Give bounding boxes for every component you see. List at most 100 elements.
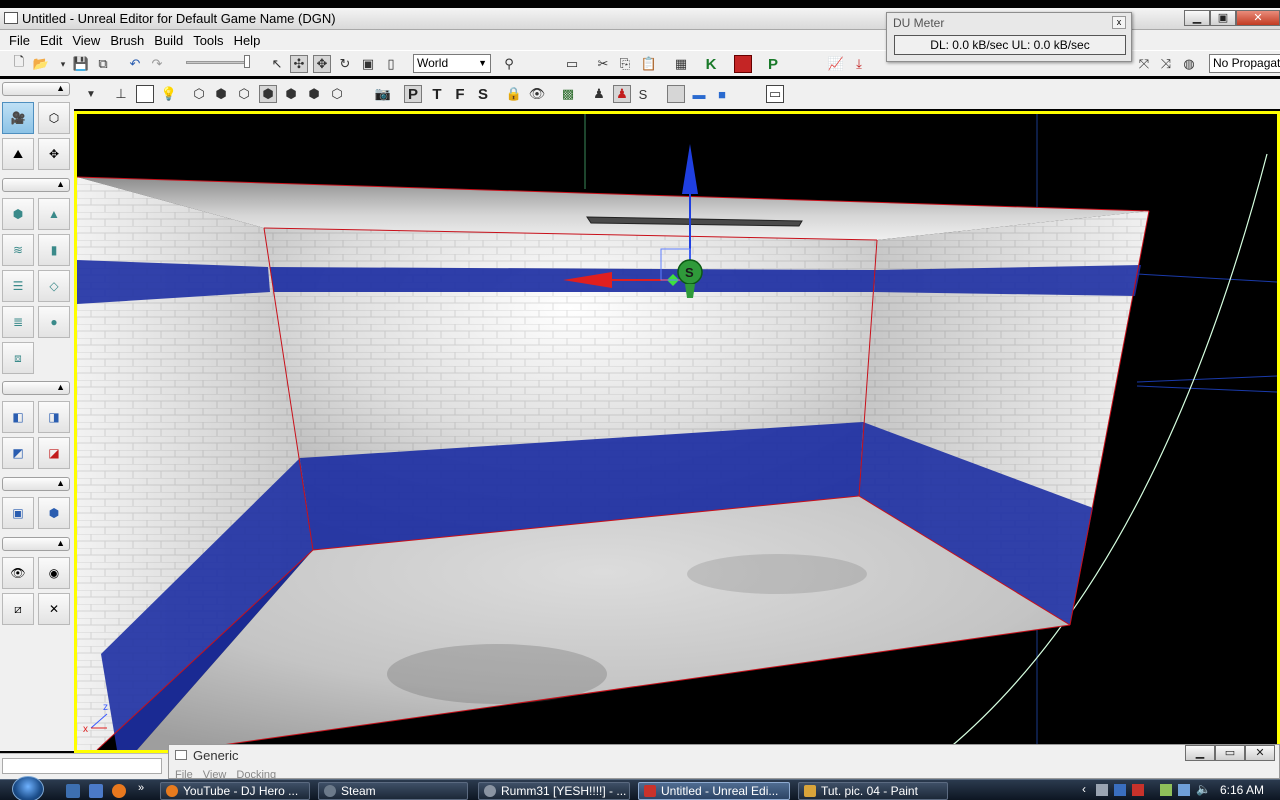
generic-minimize-button[interactable]: ▁ [1185, 745, 1215, 761]
hide-selected-button[interactable]: ◉ [38, 557, 70, 589]
actor-icon[interactable]: ♟ [590, 85, 608, 103]
brushes-section-header[interactable]: ▲ [2, 178, 70, 192]
csg-deintersect-button[interactable]: ◪ [38, 437, 70, 469]
streaming-icon[interactable]: ▩ [559, 85, 577, 103]
translate-widget-icon[interactable]: ✣ [290, 55, 308, 73]
matinee-icon[interactable] [734, 55, 752, 73]
taskbar-item-unreal-editor[interactable]: Untitled - Unreal Edi... [638, 782, 790, 800]
wireframe-icon[interactable]: ⬢ [212, 85, 230, 103]
side-view-button[interactable]: S [474, 85, 492, 103]
cone-brush-button[interactable]: ▲ [38, 198, 70, 230]
show-s-icon[interactable]: S [634, 85, 652, 103]
command-input[interactable] [2, 758, 162, 774]
volume-icon[interactable]: 🔈 [1196, 782, 1211, 796]
switch-windows-icon[interactable] [89, 784, 103, 798]
tray-power-icon[interactable] [1160, 784, 1172, 796]
texture-density-icon[interactable]: ⬡ [328, 85, 346, 103]
build-lighting-icon[interactable]: ⤓ [850, 55, 868, 73]
camera-mode-button[interactable]: 🎥 [2, 102, 34, 134]
terrain-mode-button[interactable]: ⛰ [2, 138, 34, 170]
taskbar-item-youtube[interactable]: YouTube - DJ Hero ... [160, 782, 310, 800]
tray-display-icon[interactable] [1178, 784, 1190, 796]
tray-security-icon[interactable] [1132, 784, 1144, 796]
show-desktop-icon[interactable] [66, 784, 80, 798]
coordinate-system-select[interactable]: World ▼ [413, 54, 491, 73]
linear-stair-brush-button[interactable]: ☰ [2, 270, 34, 302]
start-button[interactable] [12, 776, 44, 800]
du-meter-close-button[interactable]: x [1112, 16, 1126, 29]
gizmo-z-arrow[interactable] [682, 144, 698, 194]
open-recent-dropdown-icon[interactable]: ▾ [54, 55, 72, 73]
add-special-brush-button[interactable]: ⬢ [38, 497, 70, 529]
curved-stair-brush-button[interactable]: ≋ [2, 234, 34, 266]
menu-brush[interactable]: Brush [105, 33, 149, 48]
globe-icon[interactable]: ◍ [1180, 55, 1198, 73]
kismet-icon[interactable]: K [702, 55, 720, 73]
viewport-options-dropdown-icon[interactable]: ▼ [82, 85, 100, 103]
geometry-mode-button[interactable]: ⬡ [38, 102, 70, 134]
maximize-viewport-icon[interactable]: ▭ [766, 85, 784, 103]
csg-section-header[interactable]: ▲ [2, 381, 70, 395]
realtime-icon[interactable] [136, 85, 154, 103]
maximize-button[interactable]: ▣ [1210, 10, 1236, 26]
paste-icon[interactable]: 📋 [640, 55, 658, 73]
menu-tools[interactable]: Tools [188, 33, 228, 48]
eye-icon[interactable]: 👁 [528, 85, 546, 103]
cube-brush-button[interactable]: ⬢ [2, 198, 34, 230]
select-pointer-icon[interactable]: ↖ [268, 55, 286, 73]
lighting-only-icon[interactable]: ⬢ [282, 85, 300, 103]
perspective-viewport[interactable]: S x z [74, 111, 1280, 753]
lightbulb-icon[interactable]: 💡 [160, 85, 178, 103]
copy-icon[interactable]: ⎘ [616, 55, 634, 73]
du-meter-window[interactable]: DU Meter x DL: 0.0 kB/sec UL: 0.0 kB/sec [886, 12, 1132, 62]
binoculars-icon[interactable]: ⚲ [500, 55, 518, 73]
camera-icon[interactable]: 📷 [374, 85, 392, 103]
tool-y-icon[interactable]: ⤨ [1157, 55, 1175, 73]
tray-app-icon[interactable] [1096, 784, 1108, 796]
top-view-button[interactable]: T [428, 85, 446, 103]
unlit-icon[interactable]: ⬡ [235, 85, 253, 103]
scale-widget-icon[interactable]: ▣ [359, 55, 377, 73]
show-selected-button[interactable]: 👁 [2, 557, 34, 589]
close-button[interactable]: ✕ [1236, 10, 1280, 26]
menu-view[interactable]: View [67, 33, 105, 48]
csg-add-button[interactable]: ◧ [2, 401, 34, 433]
deselect-button[interactable]: ✕ [38, 593, 70, 625]
lit-icon[interactable]: ⬢ [259, 85, 277, 103]
volumes-section-header[interactable]: ▲ [2, 477, 70, 491]
menu-file[interactable]: File [4, 33, 35, 48]
taskbar-item-rumm31[interactable]: Rumm31 [YESH!!!!] - ... [478, 782, 630, 800]
sheet-brush-button[interactable]: ◇ [38, 270, 70, 302]
volumetric-brush-button[interactable]: ⧈ [2, 342, 34, 374]
layout-blue-icon[interactable]: ■ [713, 85, 731, 103]
tray-expand-icon[interactable]: ‹ [1082, 782, 1086, 796]
snap-icon[interactable]: ⊥ [112, 85, 130, 103]
propagation-select[interactable]: No Propagatio [1209, 54, 1280, 73]
light-complexity-icon[interactable]: ⬢ [305, 85, 323, 103]
generic-browser-window[interactable]: Generic ▁ ▭ ✕ File View Docking [168, 744, 1280, 781]
zoom-slider-track[interactable] [186, 61, 248, 64]
new-file-icon[interactable]: 🗋 [10, 54, 28, 73]
lock-icon[interactable]: 🔒 [505, 85, 523, 103]
move-mode-button[interactable]: ✥ [38, 138, 70, 170]
modes-section-header[interactable]: ▲ [2, 82, 70, 96]
menu-edit[interactable]: Edit [35, 33, 67, 48]
minimize-button[interactable]: ▁ [1184, 10, 1210, 26]
cut-icon[interactable]: ✂ [594, 55, 612, 73]
rotate-widget-icon[interactable]: ↻ [336, 55, 354, 73]
layout-split-icon[interactable]: ▬ [690, 85, 708, 103]
front-view-button[interactable]: F [451, 85, 469, 103]
visibility-section-header[interactable]: ▲ [2, 537, 70, 551]
viewport-icon[interactable]: ▭ [563, 55, 581, 73]
spiral-stair-brush-button[interactable]: ≣ [2, 306, 34, 338]
open-folder-icon[interactable]: 📂 [32, 55, 50, 73]
zoom-slider-thumb[interactable] [244, 55, 250, 68]
csg-subtract-button[interactable]: ◨ [38, 401, 70, 433]
more-quicklaunch-icon[interactable]: » [138, 782, 152, 796]
save-all-icon[interactable]: ⧉ [94, 55, 112, 73]
statistics-icon[interactable]: 📈 [827, 55, 845, 73]
grid-icon[interactable]: ▦ [672, 55, 690, 73]
save-icon[interactable]: 💾 [72, 55, 90, 73]
move-widget-icon[interactable]: ✥ [313, 55, 331, 73]
nonuniform-scale-icon[interactable]: ▯ [382, 55, 400, 73]
